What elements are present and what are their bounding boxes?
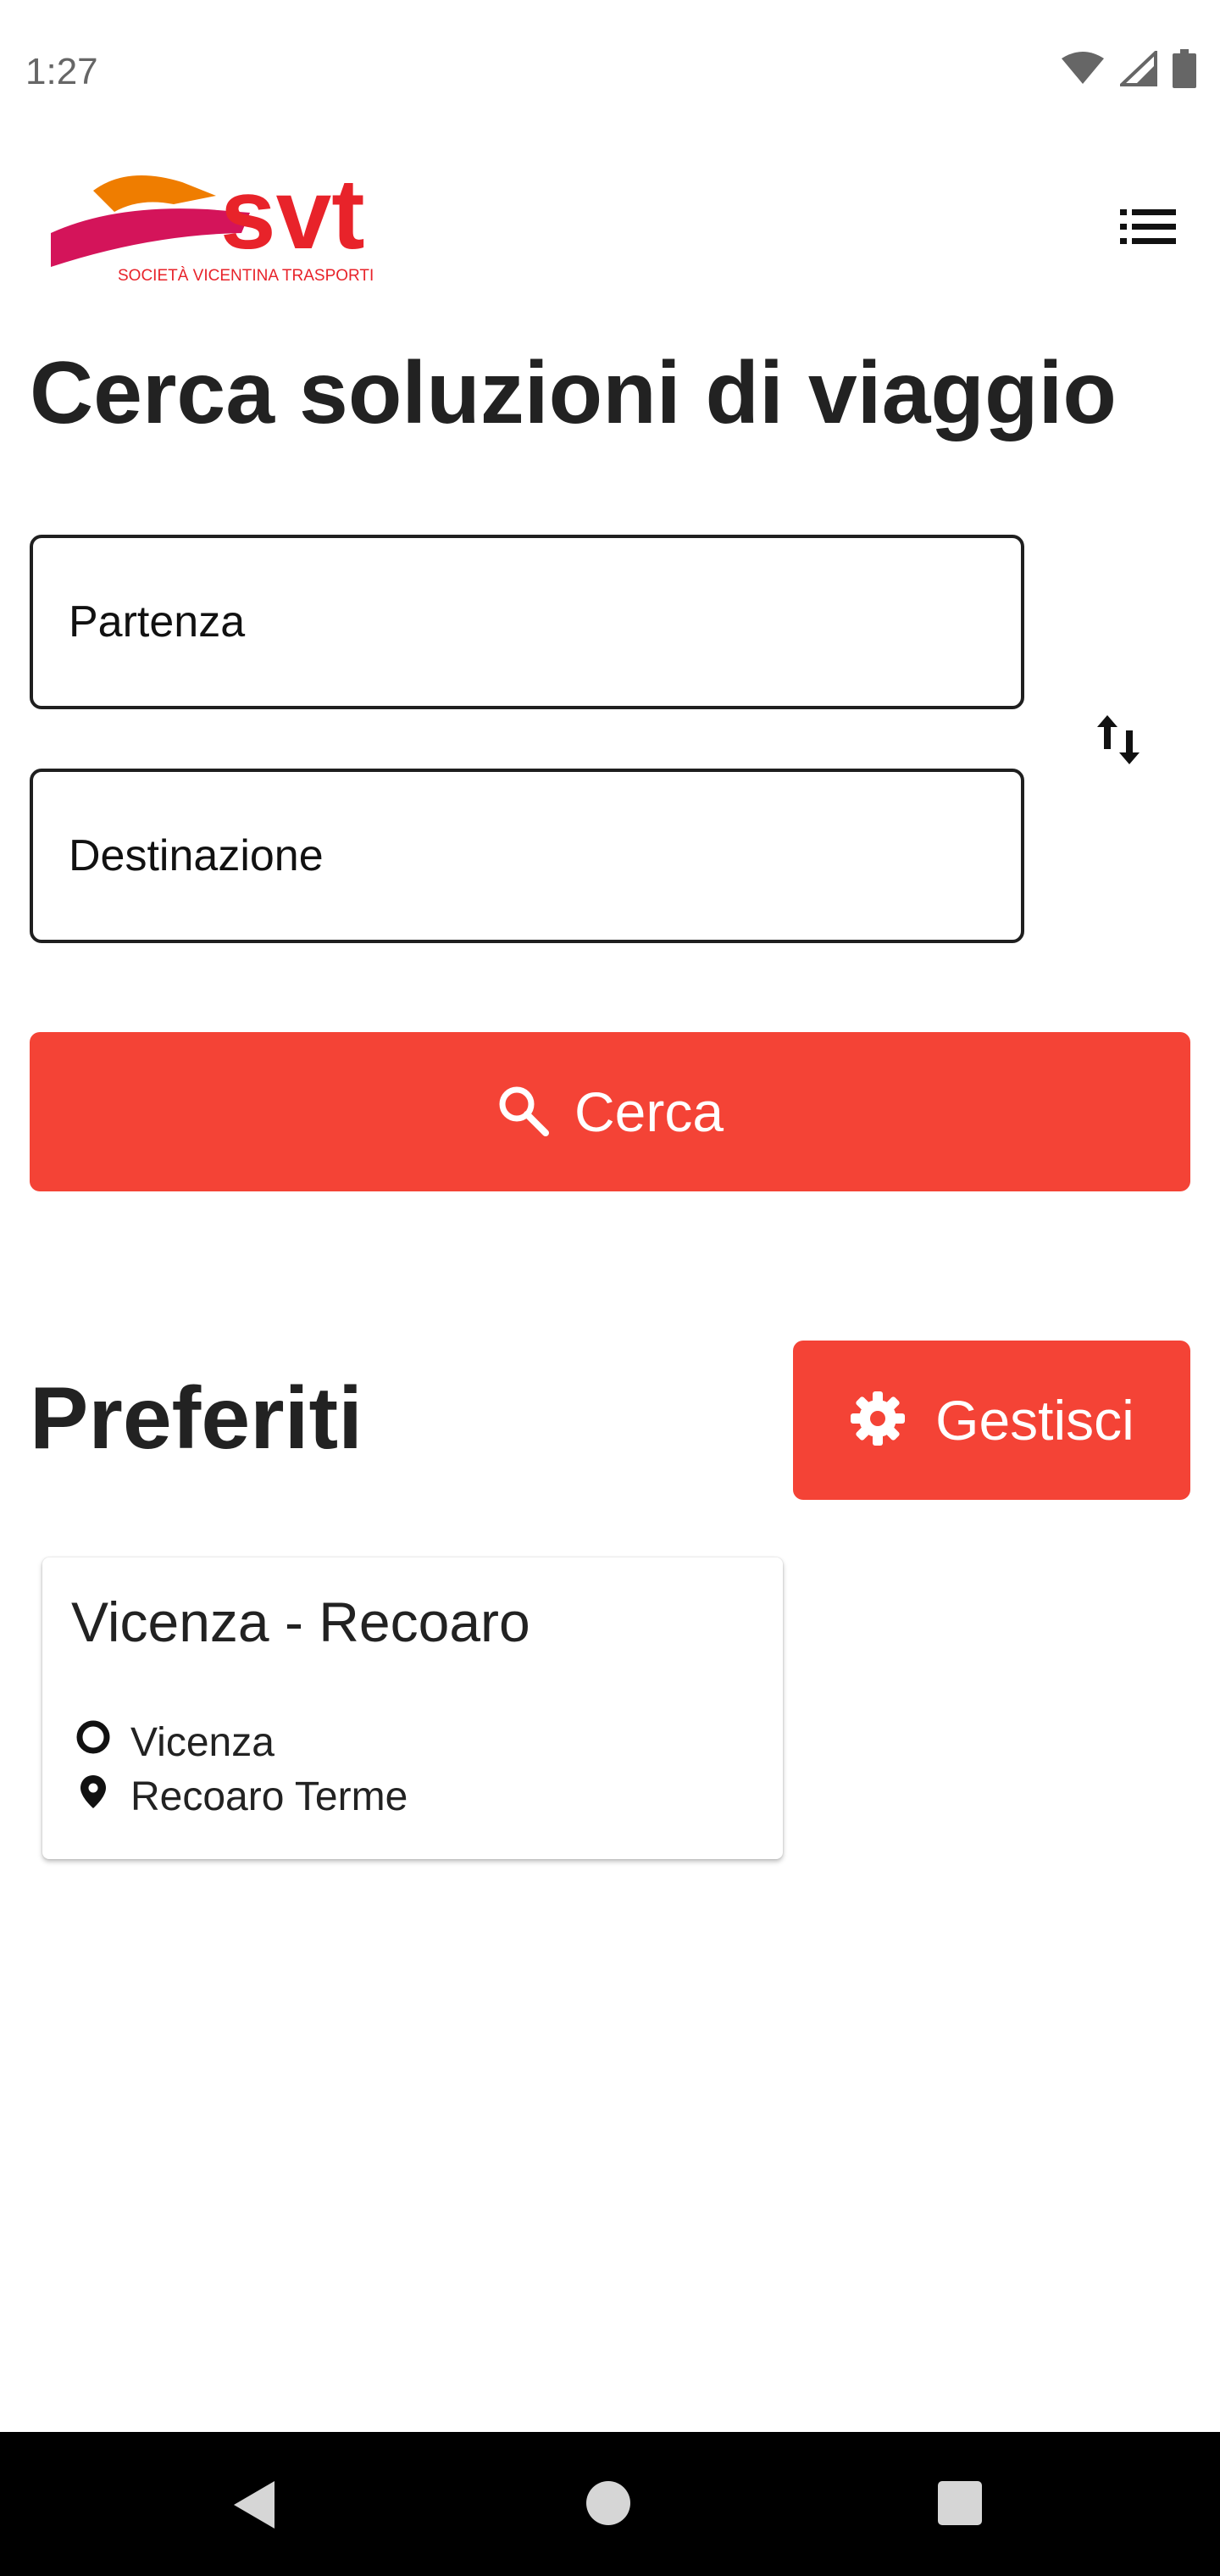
- departure-input[interactable]: [33, 538, 1021, 706]
- destination-field[interactable]: [30, 769, 1024, 943]
- favorite-origin-row: Vicenza: [75, 1718, 274, 1766]
- signal-icon: [1117, 48, 1157, 91]
- search-icon: [496, 1084, 549, 1141]
- favorite-destination: Recoaro Terme: [130, 1774, 408, 1819]
- recent-apps-button[interactable]: [938, 2481, 982, 2525]
- swap-button[interactable]: [1093, 708, 1144, 775]
- favorite-destination-row: Recoaro Terme: [75, 1773, 408, 1820]
- origin-circle-icon: [75, 1718, 112, 1766]
- search-button[interactable]: Cerca: [30, 1032, 1190, 1191]
- manage-favorites-button[interactable]: Gestisci: [793, 1341, 1190, 1500]
- manage-button-label: Gestisci: [935, 1389, 1134, 1452]
- logo-subtitle: SOCIETÀ VICENTINA TRASPORTI: [118, 267, 374, 285]
- location-pin-icon: [75, 1773, 112, 1820]
- favorite-route-card[interactable]: Vicenza - Recoaro Vicenza Recoaro Terme: [42, 1557, 783, 1859]
- departure-field[interactable]: [30, 535, 1024, 709]
- favorite-route-name: Vicenza - Recoaro: [71, 1591, 530, 1653]
- status-time: 1:27: [25, 51, 98, 92]
- list-icon: [1120, 208, 1176, 251]
- swap-vertical-icon: [1095, 712, 1141, 772]
- destination-input[interactable]: [33, 772, 1021, 940]
- status-bar: 1:27: [0, 0, 1220, 144]
- back-button[interactable]: [229, 2478, 278, 2536]
- favorites-title: Preferiti: [30, 1369, 363, 1468]
- favorite-origin: Vicenza: [130, 1719, 274, 1765]
- wifi-icon: [1061, 52, 1105, 90]
- status-icons: [1061, 48, 1196, 92]
- svt-logo: svt SOCIETÀ VICENTINA TRASPORTI: [47, 158, 419, 292]
- gear-icon: [849, 1390, 907, 1452]
- battery-icon: [1173, 49, 1196, 92]
- logo-text: svt: [220, 165, 365, 270]
- page-title: Cerca soluzioni di viaggio: [30, 344, 1117, 442]
- home-button[interactable]: [586, 2481, 630, 2525]
- menu-button[interactable]: [1110, 199, 1186, 258]
- search-button-label: Cerca: [574, 1080, 724, 1143]
